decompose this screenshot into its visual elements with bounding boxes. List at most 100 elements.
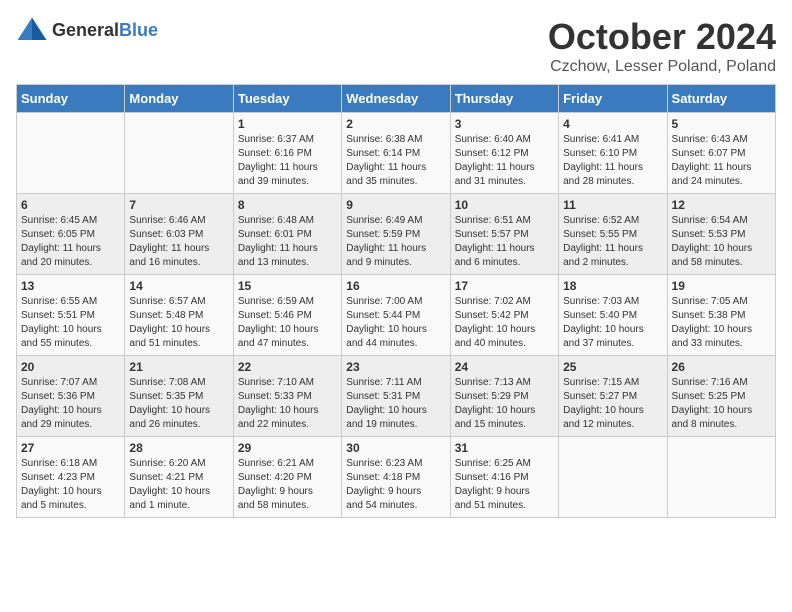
day-content: Sunrise: 6:18 AM Sunset: 4:23 PM Dayligh… [21, 457, 120, 513]
calendar-cell: 1 Sunrise: 6:37 AM Sunset: 6:16 PM Daylig… [233, 113, 341, 194]
calendar-cell: 22Sunrise: 7:10 AM Sunset: 5:33 PM Dayli… [233, 356, 341, 437]
day-number: 9 [346, 198, 445, 212]
calendar-cell: 8Sunrise: 6:48 AM Sunset: 6:01 PM Daylig… [233, 194, 341, 275]
page-header: GeneralBlue October 2024 Czchow, Lesser … [16, 16, 776, 76]
day-number: 20 [21, 360, 120, 374]
calendar-cell: 7Sunrise: 6:46 AM Sunset: 6:03 PM Daylig… [125, 194, 233, 275]
day-number: 27 [21, 441, 120, 455]
calendar-cell: 28 Sunrise: 6:20 AM Sunset: 4:21 PM Dayli… [125, 437, 233, 518]
day-number: 21 [129, 360, 228, 374]
day-content: Sunrise: 6:48 AM Sunset: 6:01 PM Dayligh… [238, 214, 337, 270]
day-number: 1 [238, 117, 337, 131]
day-number: 7 [129, 198, 228, 212]
calendar-header-cell: Sunday [17, 85, 125, 113]
day-content: Sunrise: 6:23 AM Sunset: 4:18 PM Dayligh… [346, 457, 445, 513]
title-area: October 2024 Czchow, Lesser Poland, Pola… [548, 16, 776, 76]
calendar-cell: 2Sunrise: 6:38 AM Sunset: 6:14 PM Daylig… [342, 113, 450, 194]
day-content: Sunrise: 7:11 AM Sunset: 5:31 PM Dayligh… [346, 376, 445, 432]
day-content: Sunrise: 7:16 AM Sunset: 5:25 PM Dayligh… [672, 376, 771, 432]
calendar-header-row: SundayMondayTuesdayWednesdayThursdayFrid… [17, 85, 776, 113]
calendar-cell: 20 Sunrise: 7:07 AM Sunset: 5:36 PM Dayli… [17, 356, 125, 437]
calendar-cell: 30 Sunrise: 6:23 AM Sunset: 4:18 PM Dayli… [342, 437, 450, 518]
calendar-cell: 27 Sunrise: 6:18 AM Sunset: 4:23 PM Dayli… [17, 437, 125, 518]
day-content: Sunrise: 6:41 AM Sunset: 6:10 PM Dayligh… [563, 133, 662, 189]
calendar-cell: 17 Sunrise: 7:02 AM Sunset: 5:42 PM Dayli… [450, 275, 558, 356]
day-number: 5 [672, 117, 771, 131]
calendar-header-cell: Friday [559, 85, 667, 113]
calendar-body: 1 Sunrise: 6:37 AM Sunset: 6:16 PM Daylig… [17, 113, 776, 518]
day-number: 25 [563, 360, 662, 374]
calendar-cell [559, 437, 667, 518]
day-content: Sunrise: 7:02 AM Sunset: 5:42 PM Dayligh… [455, 295, 554, 351]
day-content: Sunrise: 6:55 AM Sunset: 5:51 PM Dayligh… [21, 295, 120, 351]
calendar-cell: 19 Sunrise: 7:05 AM Sunset: 5:38 PM Dayli… [667, 275, 775, 356]
day-content: Sunrise: 7:00 AM Sunset: 5:44 PM Dayligh… [346, 295, 445, 351]
calendar-cell: 15Sunrise: 6:59 AM Sunset: 5:46 PM Dayli… [233, 275, 341, 356]
day-content: Sunrise: 7:05 AM Sunset: 5:38 PM Dayligh… [672, 295, 771, 351]
day-number: 19 [672, 279, 771, 293]
day-content: Sunrise: 7:03 AM Sunset: 5:40 PM Dayligh… [563, 295, 662, 351]
calendar-header-cell: Saturday [667, 85, 775, 113]
logo-icon [16, 16, 48, 44]
calendar-cell: 25 Sunrise: 7:15 AM Sunset: 5:27 PM Dayli… [559, 356, 667, 437]
day-content: Sunrise: 7:07 AM Sunset: 5:36 PM Dayligh… [21, 376, 120, 432]
calendar-week-row: 1 Sunrise: 6:37 AM Sunset: 6:16 PM Daylig… [17, 113, 776, 194]
day-number: 6 [21, 198, 120, 212]
day-content: Sunrise: 7:13 AM Sunset: 5:29 PM Dayligh… [455, 376, 554, 432]
day-number: 31 [455, 441, 554, 455]
day-number: 10 [455, 198, 554, 212]
calendar-cell: 26Sunrise: 7:16 AM Sunset: 5:25 PM Dayli… [667, 356, 775, 437]
day-content: Sunrise: 7:08 AM Sunset: 5:35 PM Dayligh… [129, 376, 228, 432]
calendar-table: SundayMondayTuesdayWednesdayThursdayFrid… [16, 84, 776, 518]
day-content: Sunrise: 7:15 AM Sunset: 5:27 PM Dayligh… [563, 376, 662, 432]
calendar-cell: 5 Sunrise: 6:43 AM Sunset: 6:07 PM Daylig… [667, 113, 775, 194]
day-number: 28 [129, 441, 228, 455]
calendar-week-row: 20 Sunrise: 7:07 AM Sunset: 5:36 PM Dayli… [17, 356, 776, 437]
calendar-cell: 29 Sunrise: 6:21 AM Sunset: 4:20 PM Dayli… [233, 437, 341, 518]
calendar-cell: 31 Sunrise: 6:25 AM Sunset: 4:16 PM Dayli… [450, 437, 558, 518]
day-content: Sunrise: 6:43 AM Sunset: 6:07 PM Dayligh… [672, 133, 771, 189]
day-number: 11 [563, 198, 662, 212]
calendar-header-cell: Tuesday [233, 85, 341, 113]
day-number: 3 [455, 117, 554, 131]
day-content: Sunrise: 6:52 AM Sunset: 5:55 PM Dayligh… [563, 214, 662, 270]
day-number: 14 [129, 279, 228, 293]
day-number: 2 [346, 117, 445, 131]
calendar-header-cell: Thursday [450, 85, 558, 113]
calendar-cell: 16 Sunrise: 7:00 AM Sunset: 5:44 PM Dayli… [342, 275, 450, 356]
day-number: 17 [455, 279, 554, 293]
calendar-week-row: 13 Sunrise: 6:55 AM Sunset: 5:51 PM Dayli… [17, 275, 776, 356]
day-number: 12 [672, 198, 771, 212]
logo-general: General [52, 20, 119, 40]
calendar-cell [17, 113, 125, 194]
logo: GeneralBlue [16, 16, 158, 44]
calendar-cell: 3 Sunrise: 6:40 AM Sunset: 6:12 PM Daylig… [450, 113, 558, 194]
calendar-cell: 21 Sunrise: 7:08 AM Sunset: 5:35 PM Dayli… [125, 356, 233, 437]
calendar-cell: 14Sunrise: 6:57 AM Sunset: 5:48 PM Dayli… [125, 275, 233, 356]
day-number: 13 [21, 279, 120, 293]
day-number: 23 [346, 360, 445, 374]
calendar-cell [667, 437, 775, 518]
calendar-week-row: 27 Sunrise: 6:18 AM Sunset: 4:23 PM Dayli… [17, 437, 776, 518]
day-number: 29 [238, 441, 337, 455]
day-content: Sunrise: 6:21 AM Sunset: 4:20 PM Dayligh… [238, 457, 337, 513]
day-content: Sunrise: 6:25 AM Sunset: 4:16 PM Dayligh… [455, 457, 554, 513]
calendar-cell: 11 Sunrise: 6:52 AM Sunset: 5:55 PM Dayli… [559, 194, 667, 275]
day-number: 16 [346, 279, 445, 293]
logo-blue: Blue [119, 20, 158, 40]
day-number: 4 [563, 117, 662, 131]
day-content: Sunrise: 6:37 AM Sunset: 6:16 PM Dayligh… [238, 133, 337, 189]
day-number: 30 [346, 441, 445, 455]
day-content: Sunrise: 6:59 AM Sunset: 5:46 PM Dayligh… [238, 295, 337, 351]
day-content: Sunrise: 6:20 AM Sunset: 4:21 PM Dayligh… [129, 457, 228, 513]
calendar-cell: 24 Sunrise: 7:13 AM Sunset: 5:29 PM Dayli… [450, 356, 558, 437]
day-content: Sunrise: 6:54 AM Sunset: 5:53 PM Dayligh… [672, 214, 771, 270]
calendar-cell: 12 Sunrise: 6:54 AM Sunset: 5:53 PM Dayli… [667, 194, 775, 275]
day-content: Sunrise: 6:40 AM Sunset: 6:12 PM Dayligh… [455, 133, 554, 189]
calendar-header-cell: Monday [125, 85, 233, 113]
day-number: 24 [455, 360, 554, 374]
month-title: October 2024 [548, 16, 776, 58]
calendar-cell: 13 Sunrise: 6:55 AM Sunset: 5:51 PM Dayli… [17, 275, 125, 356]
day-number: 18 [563, 279, 662, 293]
calendar-cell: 18 Sunrise: 7:03 AM Sunset: 5:40 PM Dayli… [559, 275, 667, 356]
